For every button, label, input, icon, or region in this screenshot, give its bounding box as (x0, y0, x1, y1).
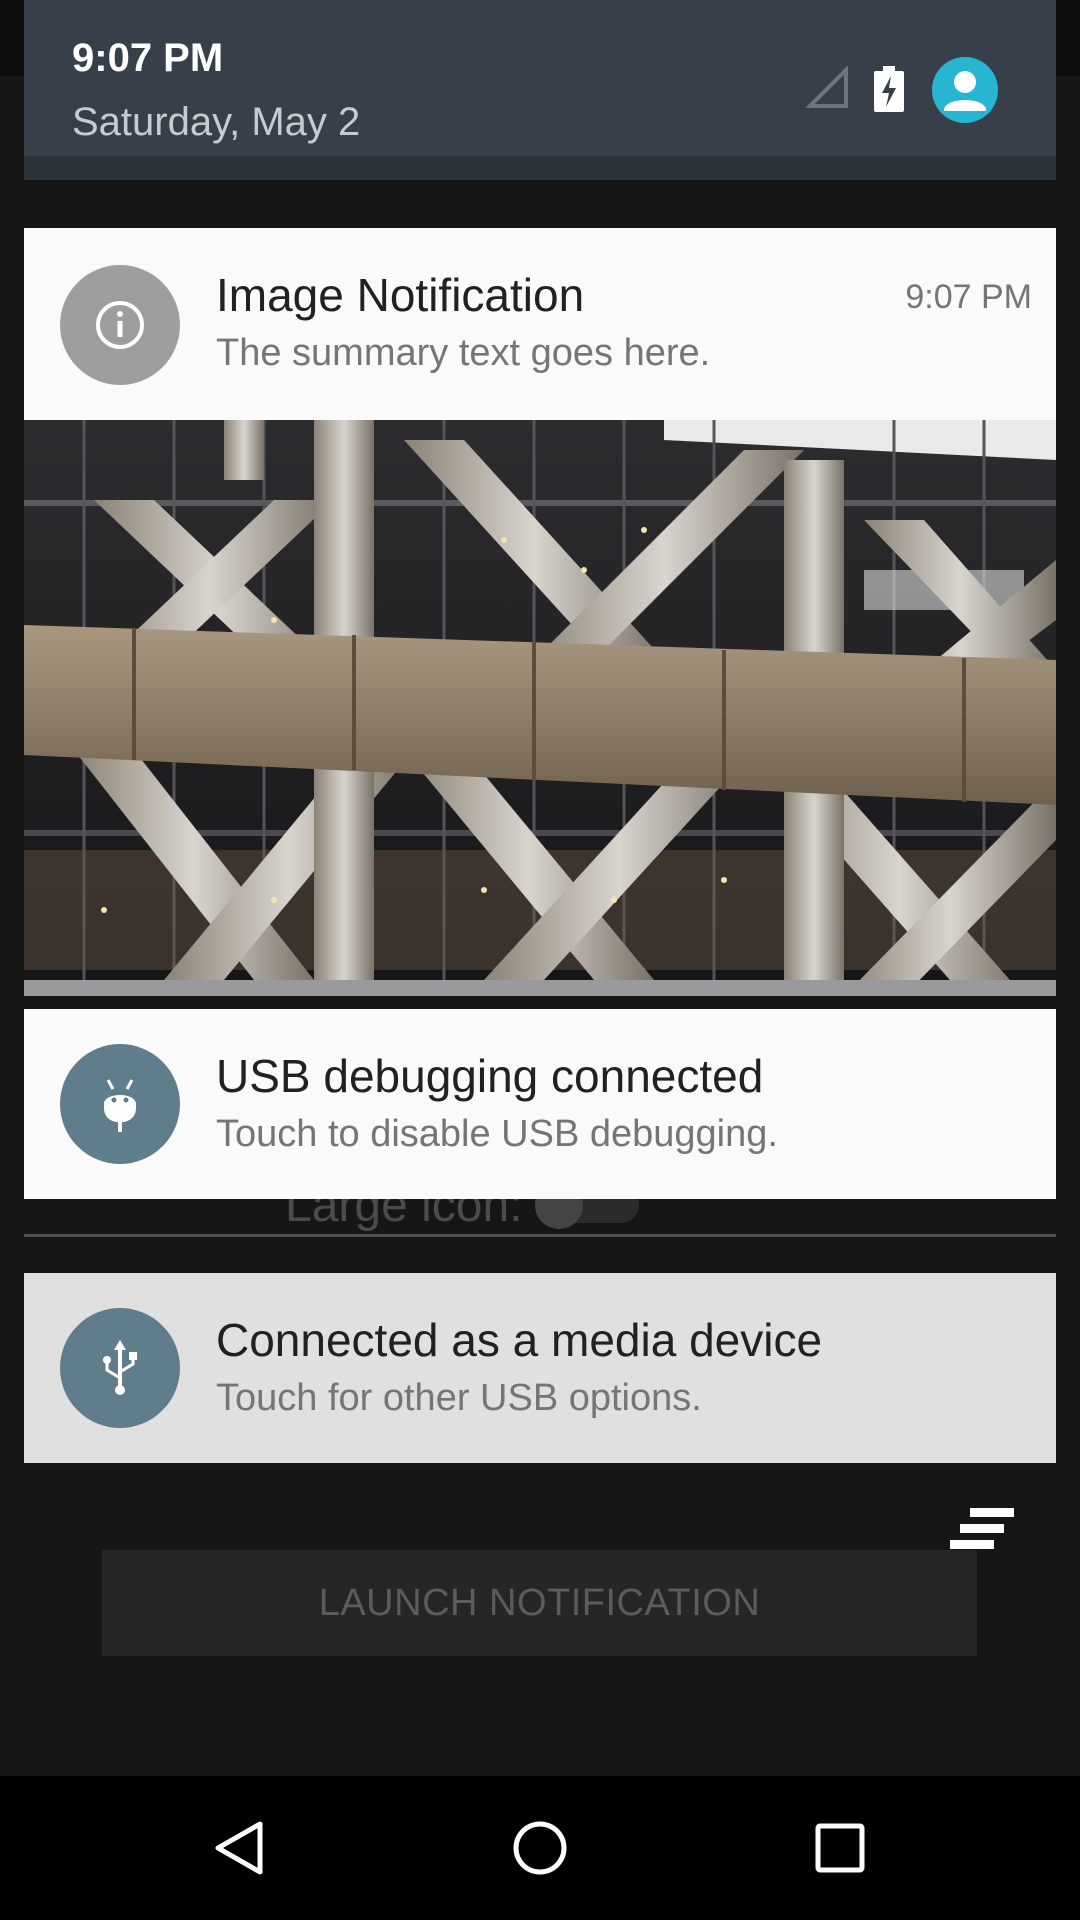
back-icon[interactable] (190, 1798, 290, 1898)
notification-title: Image Notification (216, 269, 585, 321)
usb-icon (60, 1308, 180, 1428)
recents-icon[interactable] (790, 1798, 890, 1898)
person-icon (944, 71, 986, 111)
battery-charging-icon (874, 66, 904, 112)
header-clock: 9:07 PM (72, 36, 224, 80)
notification-shade-header: 9:07 PM Saturday, May 2 (24, 0, 1056, 180)
signal-icon (806, 66, 848, 108)
navigation-bar (0, 1776, 1080, 1920)
divider (24, 1234, 1056, 1237)
image-notification[interactable]: Image Notification 9:07 PM The summary t… (24, 228, 1056, 996)
home-icon[interactable] (490, 1798, 590, 1898)
user-avatar-icon[interactable] (932, 57, 998, 123)
usb-debugging-notification[interactable]: USB debugging connected Touch to disable… (24, 1009, 1056, 1199)
header-date: Saturday, May 2 (72, 100, 361, 144)
clear-all-icon[interactable] (944, 1504, 1024, 1564)
notification-summary: Touch to disable USB debugging. (216, 1113, 778, 1155)
android-debug-icon (60, 1044, 180, 1164)
launch-notification-button[interactable]: LAUNCH NOTIFICATION (102, 1550, 977, 1656)
building-facade-photo (24, 420, 1056, 996)
notification-title: USB debugging connected (216, 1050, 764, 1102)
info-icon (60, 265, 180, 385)
media-device-notification[interactable]: Connected as a media device Touch for ot… (24, 1273, 1056, 1463)
notification-title: Connected as a media device (216, 1314, 823, 1366)
notification-summary: The summary text goes here. (216, 332, 711, 374)
header-bottom-strip (24, 156, 1056, 180)
notification-time: 9:07 PM (905, 278, 1032, 316)
notification-summary: Touch for other USB options. (216, 1377, 702, 1419)
